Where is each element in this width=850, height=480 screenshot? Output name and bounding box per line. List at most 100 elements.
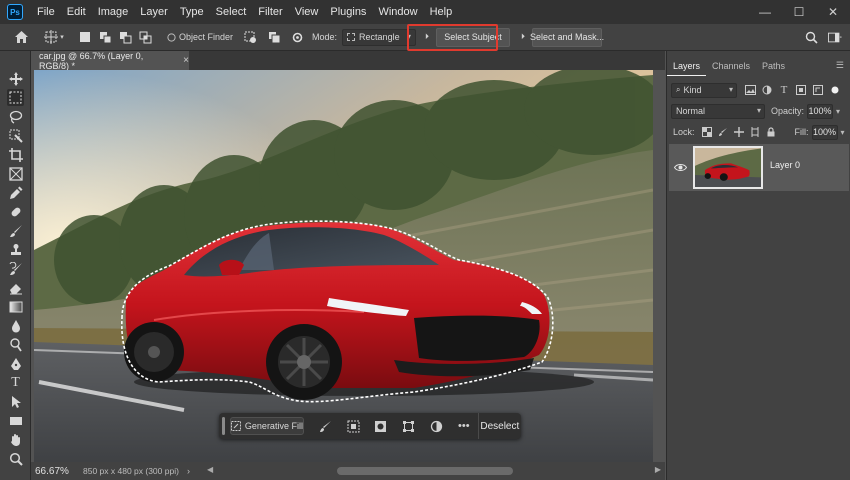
pixel-filter-icon[interactable] [743, 83, 757, 97]
close-button[interactable]: ✕ [816, 0, 850, 24]
subtract-from-selection-icon[interactable] [118, 30, 132, 44]
menu-image[interactable]: Image [92, 0, 135, 24]
opacity-field[interactable]: 100% [807, 103, 834, 119]
mode-label: Mode: [312, 32, 338, 42]
workspace-icon[interactable] [828, 30, 842, 44]
dodge-tool-icon[interactable] [7, 336, 24, 353]
brush-tool-icon[interactable] [7, 222, 24, 239]
document-tab[interactable]: car.jpg @ 66.7% (Layer 0, RGB/8) * × [31, 51, 189, 71]
rectangular-marquee-tool-icon[interactable] [7, 89, 24, 106]
scroll-left-icon[interactable]: ◀ [207, 465, 213, 474]
zoom-level[interactable]: 66.67% [31, 462, 73, 480]
menu-help[interactable]: Help [424, 0, 459, 24]
panel-menu-icon[interactable]: ☰ [836, 60, 844, 71]
generative-fill-label: Generative Fill [244, 421, 303, 431]
lock-image-pixels-icon[interactable] [717, 126, 729, 138]
search-icon[interactable] [804, 30, 818, 44]
menu-filter[interactable]: Filter [252, 0, 288, 24]
menu-type[interactable]: Type [174, 0, 210, 24]
object-finder-settings-icon[interactable] [290, 30, 304, 44]
deselect-button[interactable]: Deselect [477, 413, 521, 439]
crop-tool-icon[interactable] [7, 146, 24, 163]
blur-tool-icon[interactable] [7, 317, 24, 334]
rectangle-tool-icon[interactable] [7, 412, 24, 429]
select-and-mask-button[interactable]: Select and Mask... [530, 27, 604, 47]
tab-paths[interactable]: Paths [756, 56, 791, 76]
object-selection-tool-icon[interactable] [7, 127, 24, 144]
maximize-button[interactable]: ☐ [782, 0, 816, 24]
spot-healing-brush-tool-icon[interactable] [7, 203, 24, 220]
tab-channels[interactable]: Channels [706, 56, 756, 76]
lasso-tool-icon[interactable] [7, 108, 24, 125]
new-selection-icon[interactable] [78, 30, 92, 44]
shape-filter-icon[interactable] [794, 83, 808, 97]
blend-mode-select[interactable]: Normal ▾ [671, 103, 765, 119]
hand-tool-icon[interactable] [7, 431, 24, 448]
menu-file[interactable]: File [31, 0, 61, 24]
menu-layer[interactable]: Layer [134, 0, 174, 24]
pen-tool-icon[interactable] [7, 355, 24, 372]
document-info: 850 px x 480 px (300 ppi) [83, 466, 179, 476]
kind-filter-select[interactable]: ⌕ Kind ▾ [671, 82, 737, 98]
horizontal-scrollbar[interactable] [217, 467, 649, 475]
generative-fill-button[interactable]: Generative Fill [229, 417, 304, 435]
status-bar: 66.67% 850 px x 480 px (300 ppi) › ◀ ▶ [31, 462, 665, 480]
path-selection-tool-icon[interactable] [7, 393, 24, 410]
filter-toggle-icon[interactable] [828, 83, 842, 97]
lock-all-icon[interactable] [765, 126, 777, 138]
document-canvas[interactable]: Generative Fill ••• Deselect [34, 70, 653, 462]
gradient-tool-icon[interactable] [7, 298, 24, 315]
object-finder-checkbox[interactable] [166, 30, 176, 44]
object-finder-refresh-icon[interactable] [243, 30, 257, 44]
fill-chevron-icon[interactable]: ▾ [838, 125, 848, 140]
select-inverse-icon[interactable] [340, 413, 368, 439]
opacity-chevron-icon[interactable]: ▾ [833, 104, 843, 119]
eraser-tool-icon[interactable] [7, 279, 24, 296]
clone-stamp-tool-icon[interactable] [7, 241, 24, 258]
create-mask-icon[interactable] [367, 413, 395, 439]
transform-selection-icon[interactable] [395, 413, 423, 439]
select-subject-button[interactable]: Select Subject [436, 27, 511, 47]
layer-row[interactable]: Layer 0 [669, 144, 849, 191]
menu-plugins[interactable]: Plugins [324, 0, 372, 24]
layer-name[interactable]: Layer 0 [770, 160, 800, 170]
more-options-icon[interactable]: ••• [450, 413, 478, 439]
lock-position-icon[interactable] [733, 126, 745, 138]
tab-layers[interactable]: Layers [667, 56, 707, 76]
menu-window[interactable]: Window [372, 0, 423, 24]
status-chevron-icon[interactable]: › [187, 466, 190, 476]
history-brush-tool-icon[interactable] [7, 260, 24, 277]
intersect-selection-icon[interactable] [138, 30, 152, 44]
fill-selection-icon[interactable] [422, 413, 450, 439]
layer-filter-row: ⌕ Kind ▾ T [667, 80, 850, 100]
mode-select[interactable]: Rectangle ▾ [342, 28, 417, 46]
type-tool-icon[interactable]: T [7, 374, 24, 391]
modify-selection-icon[interactable] [312, 413, 340, 439]
show-all-objects-icon[interactable] [267, 30, 281, 44]
smart-object-filter-icon[interactable] [811, 83, 825, 97]
type-filter-icon[interactable]: T [777, 83, 791, 97]
eyedropper-tool-icon[interactable] [7, 184, 24, 201]
tool-preset-chevron-icon[interactable]: ▾ [58, 30, 66, 44]
close-tab-icon[interactable]: × [183, 55, 189, 66]
adjustment-filter-icon[interactable] [760, 83, 774, 97]
frame-tool-icon[interactable] [7, 165, 24, 182]
generative-fill-icon [230, 421, 241, 431]
fill-field[interactable]: 100% [811, 124, 838, 140]
taskbar-grip[interactable] [222, 417, 225, 435]
add-to-selection-icon[interactable] [98, 30, 112, 44]
menu-view[interactable]: View [289, 0, 325, 24]
minimize-button[interactable]: — [748, 0, 782, 24]
zoom-tool-icon[interactable] [7, 450, 24, 467]
home-icon[interactable] [14, 30, 28, 44]
eye-icon[interactable] [673, 160, 687, 174]
menu-edit[interactable]: Edit [61, 0, 92, 24]
lock-artboard-icon[interactable] [749, 126, 761, 138]
move-tool-icon[interactable] [7, 70, 24, 87]
lock-transparent-pixels-icon[interactable] [701, 126, 713, 138]
opacity-label: Opacity: [771, 106, 805, 116]
scroll-right-icon[interactable]: ▶ [655, 465, 661, 474]
horizontal-scroll-thumb[interactable] [337, 467, 513, 475]
tool-preset-icon[interactable] [44, 30, 58, 44]
menu-select[interactable]: Select [210, 0, 253, 24]
